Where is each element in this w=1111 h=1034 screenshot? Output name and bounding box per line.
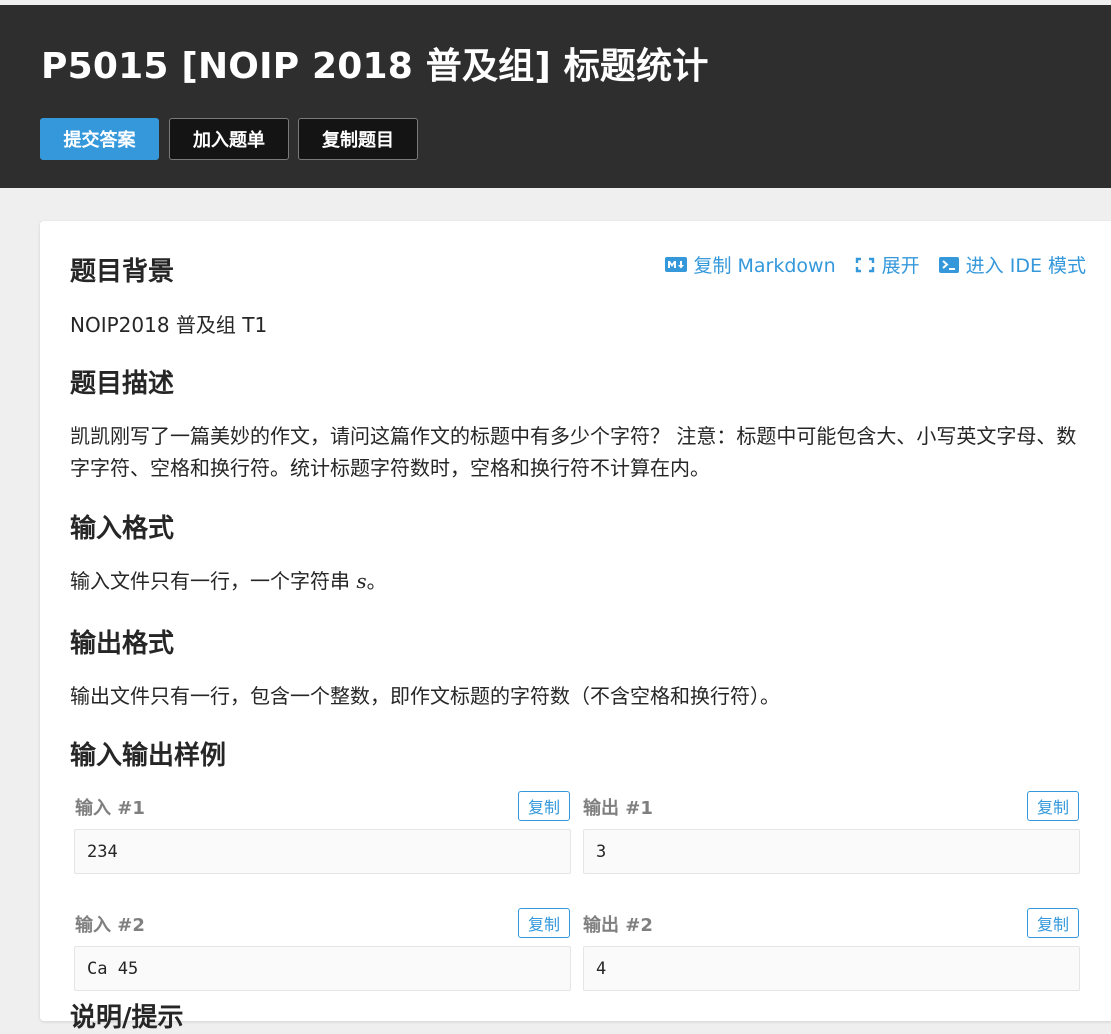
expand-label: 展开 xyxy=(881,255,920,277)
expand-icon xyxy=(854,257,876,273)
copy-problem-button[interactable]: 复制题目 xyxy=(298,118,418,160)
output-format-text: 输出文件只有一行，包含一个整数，即作文标题的字符数（不含空格和换行符）。 xyxy=(70,684,780,708)
sample-input-label-1: 输入 #1 xyxy=(75,798,145,819)
copy-sample-output-1-button[interactable]: 复制 xyxy=(1027,791,1079,821)
sample-input-1[interactable]: 234 xyxy=(74,829,571,874)
description-title: 题目描述 xyxy=(70,369,175,399)
copy-sample-output-2-button[interactable]: 复制 xyxy=(1027,908,1079,938)
background-title: 题目背景 xyxy=(70,257,175,287)
copy-sample-input-2-button[interactable]: 复制 xyxy=(518,908,570,938)
description-text: 凯凯刚写了一篇美妙的作文，请问这篇作文的标题中有多少个字符？ 注意：标题中可能包… xyxy=(70,424,1077,480)
sample-input-label-2: 输入 #2 xyxy=(75,915,145,936)
submit-answer-button[interactable]: 提交答案 xyxy=(40,118,159,160)
problem-header: P5015 [NOIP 2018 普及组] 标题统计 提交答案 加入题单 复制题… xyxy=(0,5,1111,188)
hint-title: 说明/提示 xyxy=(70,1003,184,1033)
expand-button[interactable]: 展开 xyxy=(854,251,920,278)
background-text: NOIP2018 普及组 T1 xyxy=(70,313,268,337)
string-variable: s xyxy=(356,569,367,593)
input-format-title: 输入格式 xyxy=(70,514,175,544)
problem-card: 复制 Markdown 展开 进入 IDE 模式 题目背景 NOIP2018 普… xyxy=(40,221,1111,1033)
sample-output-1[interactable]: 3 xyxy=(583,829,1080,874)
samples-title: 输入输出样例 xyxy=(70,741,227,771)
terminal-icon xyxy=(938,256,960,273)
input-format-text-after: 。 xyxy=(366,569,387,593)
add-to-list-button[interactable]: 加入题单 xyxy=(169,118,289,160)
sample-output-2[interactable]: 4 xyxy=(583,946,1080,991)
markdown-icon xyxy=(665,257,688,273)
ide-mode-button[interactable]: 进入 IDE 模式 xyxy=(938,251,1086,278)
copy-markdown-label: 复制 Markdown xyxy=(693,255,836,277)
copy-sample-input-1-button[interactable]: 复制 xyxy=(518,791,570,821)
sample-output-label-2: 输出 #2 xyxy=(583,915,653,936)
output-format-title: 输出格式 xyxy=(70,629,175,659)
sample-input-2[interactable]: Ca 45 xyxy=(74,946,571,991)
input-format-text: 输入文件只有一行，一个字符串 s。 xyxy=(70,565,387,597)
problem-toolbar: 复制 Markdown 展开 进入 IDE 模式 xyxy=(665,251,1086,278)
page-title: P5015 [NOIP 2018 普及组] 标题统计 xyxy=(41,46,709,87)
input-format-text-before: 输入文件只有一行，一个字符串 xyxy=(70,569,357,593)
sample-output-label-1: 输出 #1 xyxy=(583,798,653,819)
copy-markdown-button[interactable]: 复制 Markdown xyxy=(665,251,836,278)
ide-mode-label: 进入 IDE 模式 xyxy=(965,255,1086,277)
